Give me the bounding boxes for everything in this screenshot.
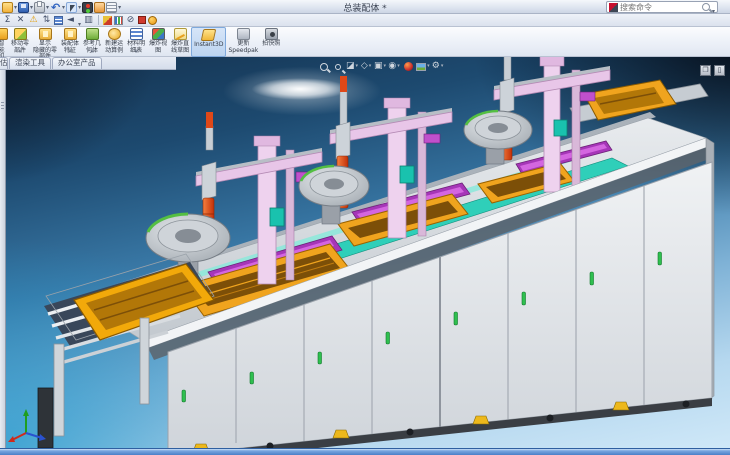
chevron-down-icon[interactable] — [135, 38, 138, 57]
measure-icon[interactable]: ✕ — [15, 15, 26, 26]
cursor-icon — [66, 2, 77, 13]
exploded-view-icon — [152, 28, 165, 40]
take-snapshot-icon — [265, 28, 278, 40]
chevron-down-icon[interactable] — [19, 38, 22, 57]
suppress-icon[interactable]: ⊘ — [125, 15, 136, 26]
panel-grip-icon — [1, 102, 4, 103]
select-button[interactable] — [66, 1, 81, 14]
document-window-controls: ❐ ▯ — [700, 65, 725, 76]
heads-up-view-toolbar: ◪ ◇ ▣ ◉ ⚙ — [318, 60, 444, 73]
status-bar — [0, 448, 730, 455]
tab-render-tools[interactable]: 渲染工具 — [9, 57, 51, 69]
material-red-icon[interactable] — [138, 16, 146, 24]
ribbon-button-show-hidden-components[interactable]: 显示 隐藏的零 部件 — [31, 27, 59, 57]
options-button[interactable] — [106, 1, 121, 14]
view-settings-icon[interactable]: ⚙ — [432, 60, 444, 73]
file-properties-button[interactable] — [94, 1, 105, 14]
ribbon-button-take-snapshot[interactable]: 拍快照 — [260, 27, 282, 57]
show-hidden-components-icon — [39, 28, 52, 40]
section-view-icon[interactable]: ◪ — [346, 60, 358, 73]
toolbar-separator — [98, 15, 99, 25]
ribbon-button-instant3d[interactable]: Instant3D — [191, 27, 226, 57]
undo-icon: ↶ — [50, 2, 61, 13]
ribbon-button-update-speedpak[interactable]: 更新 Speedpak — [226, 27, 260, 57]
update-speedpak-icon — [237, 28, 250, 40]
save-icon — [18, 2, 29, 13]
smart-fasteners-icon — [0, 28, 8, 40]
featuremanager-collapsed-strip[interactable] — [0, 70, 6, 448]
apply-scene-icon[interactable] — [416, 60, 430, 73]
view-orientation-icon[interactable]: ◇ — [360, 60, 372, 73]
interference-detection-icon[interactable]: ⚠ — [28, 15, 39, 26]
ribbon-button-move-component[interactable]: 移动零 部件 — [9, 27, 31, 57]
quick-access-toolbar: ↶ — [2, 0, 121, 14]
search-input[interactable] — [620, 3, 700, 12]
graphics-viewport[interactable]: ◪ ◇ ▣ ◉ ⚙ ❐ ▯ — [0, 57, 730, 448]
tools-toolbar: Σ ✕ ⚠ ⇅ ◄ ▥ ⊘ — [0, 14, 730, 27]
ribbon-button-new-motion-study[interactable]: 新建运 动算例 — [103, 27, 125, 57]
title-bar: 总装配体 * ↶ — [0, 0, 730, 14]
instant3d-icon — [201, 29, 217, 41]
open-icon — [2, 2, 13, 13]
restore-window-button[interactable]: ❐ — [700, 65, 711, 76]
ribbon-button-exploded-view[interactable]: 爆炸视 图 — [147, 27, 169, 57]
undo-button[interactable]: ↶ — [50, 1, 65, 14]
performance-flag-icon[interactable] — [103, 16, 112, 25]
command-manager: 智能扣件 移动零 部件 显示 隐藏的零 部件 装配体 特征 参考几 何体 新建运… — [0, 27, 730, 57]
save-button[interactable] — [18, 1, 33, 14]
share-icon[interactable]: ◄ — [65, 15, 76, 26]
chevron-down-icon[interactable] — [712, 0, 715, 17]
appearance-grid-icon[interactable] — [54, 16, 63, 25]
statistics-chart-icon[interactable] — [114, 16, 123, 25]
print-icon — [34, 2, 45, 13]
command-search[interactable] — [606, 1, 718, 13]
explode-line-sketch-icon — [174, 28, 187, 40]
options-icon — [106, 2, 117, 13]
ribbon-button-explode-line-sketch[interactable]: 爆炸直 线草图 — [169, 27, 191, 57]
display-style-icon[interactable]: ▣ — [374, 60, 386, 73]
equations-icon[interactable]: Σ — [2, 15, 13, 26]
capture-icon[interactable]: ▥ — [83, 15, 94, 26]
ribbon-button-reference-geometry[interactable]: 参考几 何体 — [81, 27, 103, 57]
tab-evaluate[interactable]: 估 — [0, 57, 8, 69]
chevron-down-icon[interactable] — [91, 38, 94, 57]
hide-show-items-icon[interactable]: ◉ — [388, 60, 400, 73]
zoom-to-area-icon[interactable] — [332, 60, 344, 73]
ribbon-button-assembly-features[interactable]: 装配体 特征 — [59, 27, 81, 57]
open-button[interactable] — [2, 1, 17, 14]
command-manager-tabs: 估 渲染工具 办公室产品 — [0, 57, 176, 70]
solidworks-search-icon — [609, 3, 618, 12]
close-window-button[interactable]: ▯ — [714, 65, 725, 76]
file-properties-icon — [94, 2, 105, 13]
tab-office-products[interactable]: 办公室产品 — [52, 57, 102, 69]
material-orange-icon[interactable] — [148, 16, 157, 25]
search-icon[interactable] — [702, 3, 710, 11]
ribbon-button-bill-of-materials[interactable]: 材料明 细表 — [125, 27, 147, 57]
solidworks-window: 总装配体 * ↶ Σ ✕ ⚠ ⇅ ◄ ▥ ⊘ — [0, 0, 730, 455]
model-canvas[interactable] — [0, 57, 730, 448]
new-motion-study-icon — [108, 28, 121, 40]
edit-appearance-icon[interactable] — [402, 60, 414, 73]
ribbon-button-smart-fasteners[interactable]: 智能扣件 — [0, 27, 9, 57]
zoom-to-fit-icon[interactable] — [318, 60, 330, 73]
chevron-down-icon[interactable] — [69, 38, 72, 57]
rebuild-button[interactable] — [82, 1, 93, 14]
assembly-model[interactable] — [38, 57, 714, 448]
reference-triad — [4, 407, 48, 447]
reorder-icon[interactable]: ⇅ — [41, 15, 52, 26]
print-button[interactable] — [34, 1, 49, 14]
rebuild-icon — [82, 2, 93, 13]
